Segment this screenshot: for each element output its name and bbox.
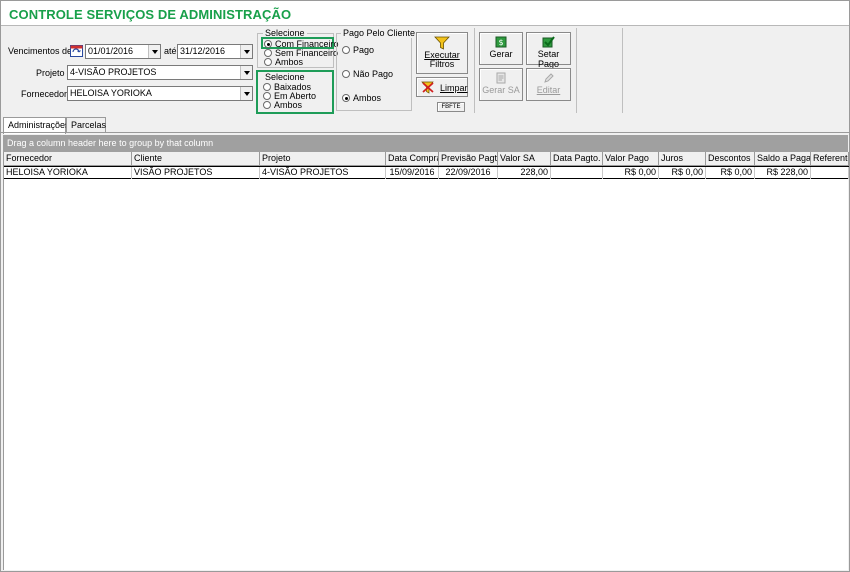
date-to-picker[interactable]: 31/12/2016 (177, 44, 253, 59)
executar-filtros-button[interactable]: Executar Filtros (416, 32, 468, 74)
fornecedor-value: HELOISA YORIOKA (70, 88, 152, 98)
page-title: CONTROLE SERVIÇOS DE ADMINISTRAÇÃO (9, 7, 292, 22)
fornecedor-select[interactable]: HELOISA YORIOKA (67, 86, 253, 101)
gerar-sa-button[interactable]: Gerar SA (479, 68, 523, 101)
limpar-button[interactable]: Limpar (416, 77, 468, 97)
chevron-down-icon[interactable] (240, 66, 252, 79)
toolbar-divider (474, 28, 475, 113)
radio-pago-ambos[interactable]: Ambos (342, 93, 381, 103)
column-header-data-pagto[interactable]: Data Pagto. (551, 152, 603, 166)
column-header-fornecedor[interactable]: Fornecedor (4, 152, 132, 166)
radio-baixa-ambos[interactable]: Ambos (263, 100, 302, 110)
column-header-juros[interactable]: Juros (659, 152, 706, 166)
date-from-picker[interactable]: 01/01/2016 (85, 44, 161, 59)
projeto-select[interactable]: 4-VISÃO PROJETOS (67, 65, 253, 80)
column-header-data-compra[interactable]: Data Compra (386, 152, 439, 166)
cell-valor-sa[interactable]: 228,00 (498, 167, 551, 179)
tab-parcelas[interactable]: Parcelas (66, 117, 106, 133)
vencimentos-label: Vencimentos de (8, 46, 73, 56)
radio-dot[interactable] (263, 83, 271, 91)
toolbar-divider (622, 28, 623, 113)
cell-saldo-a-pagar[interactable]: R$ 228,00 (755, 167, 811, 179)
group-by-panel[interactable]: Drag a column header here to group by th… (3, 135, 848, 152)
chevron-down-icon[interactable] (240, 45, 252, 58)
document-icon (496, 72, 506, 84)
chevron-down-icon[interactable] (240, 87, 252, 100)
grid-header: Fornecedor Cliente Projeto Data Compra P… (4, 152, 849, 166)
radio-financeiro-ambos[interactable]: Ambos (264, 57, 303, 67)
radio-pago[interactable]: Pago (342, 45, 374, 55)
cell-fornecedor[interactable]: HELOISA YORIOKA (4, 167, 132, 179)
data-grid: Fornecedor Cliente Projeto Data Compra P… (3, 152, 849, 570)
title-bar: CONTROLE SERVIÇOS DE ADMINISTRAÇÃO (1, 1, 849, 25)
projeto-label: Projeto (36, 68, 65, 78)
cell-referente[interactable] (811, 167, 849, 179)
cell-cliente[interactable]: VISÃO PROJETOS (132, 167, 260, 179)
projeto-value: 4-VISÃO PROJETOS (70, 67, 157, 77)
small-tag-button[interactable]: FBFTE (437, 102, 465, 112)
column-header-referente[interactable]: Referente (811, 152, 849, 166)
clear-filter-icon (421, 81, 434, 94)
cell-previsao-pagto[interactable]: 22/09/2016 (439, 167, 498, 179)
date-from-value: 01/01/2016 (88, 46, 134, 56)
column-header-valor-pago[interactable]: Valor Pago (603, 152, 659, 166)
radio-dot[interactable] (263, 101, 271, 109)
date-to-value: 31/12/2016 (180, 46, 226, 56)
cell-juros[interactable]: R$ 0,00 (659, 167, 706, 179)
column-header-previsao-pagto[interactable]: Previsão Pagto (439, 152, 498, 166)
baixa-group-title: Selecione (263, 72, 307, 82)
title-divider (1, 25, 849, 26)
radio-dot[interactable] (264, 40, 272, 48)
radio-dot[interactable] (342, 94, 350, 102)
funnel-icon (434, 36, 450, 50)
radio-dot[interactable] (263, 92, 271, 100)
cell-descontos[interactable]: R$ 0,00 (706, 167, 755, 179)
table-row[interactable]: HELOISA YORIOKA VISÃO PROJETOS 4-VISÃO P… (4, 166, 849, 179)
radio-nao-pago[interactable]: Não Pago (342, 69, 393, 79)
calendar-icon[interactable] (70, 44, 83, 57)
edit-icon (543, 73, 554, 83)
cell-data-compra[interactable]: 15/09/2016 (386, 167, 439, 179)
setar-pago-button[interactable]: Setar Pago (526, 32, 571, 69)
chevron-down-icon[interactable] (148, 45, 160, 58)
cell-projeto[interactable]: 4-VISÃO PROJETOS (260, 167, 386, 179)
editar-button[interactable]: Editar (526, 68, 571, 101)
radio-dot[interactable] (342, 70, 350, 78)
column-header-projeto[interactable]: Projeto (260, 152, 386, 166)
column-header-saldo-a-pagar[interactable]: Saldo a Pagar (755, 152, 811, 166)
column-header-cliente[interactable]: Cliente (132, 152, 260, 166)
column-header-valor-sa[interactable]: Valor SA (498, 152, 551, 166)
money-icon: $ (495, 36, 507, 48)
check-money-icon (542, 36, 555, 48)
toolbar-divider (576, 28, 577, 113)
column-header-descontos[interactable]: Descontos (706, 152, 755, 166)
radio-dot[interactable] (264, 49, 272, 57)
svg-text:$: $ (498, 38, 503, 47)
fornecedor-label: Fornecedor (21, 89, 68, 99)
tabs-divider (1, 132, 849, 133)
pago-cliente-title: Pago Pelo Cliente (341, 28, 418, 38)
radio-dot[interactable] (342, 46, 350, 54)
cell-data-pagto[interactable] (551, 167, 603, 179)
radio-dot[interactable] (264, 58, 272, 66)
gerar-button[interactable]: $ Gerar (479, 32, 523, 65)
ate-label: até (164, 46, 177, 56)
cell-valor-pago[interactable]: R$ 0,00 (603, 167, 659, 179)
